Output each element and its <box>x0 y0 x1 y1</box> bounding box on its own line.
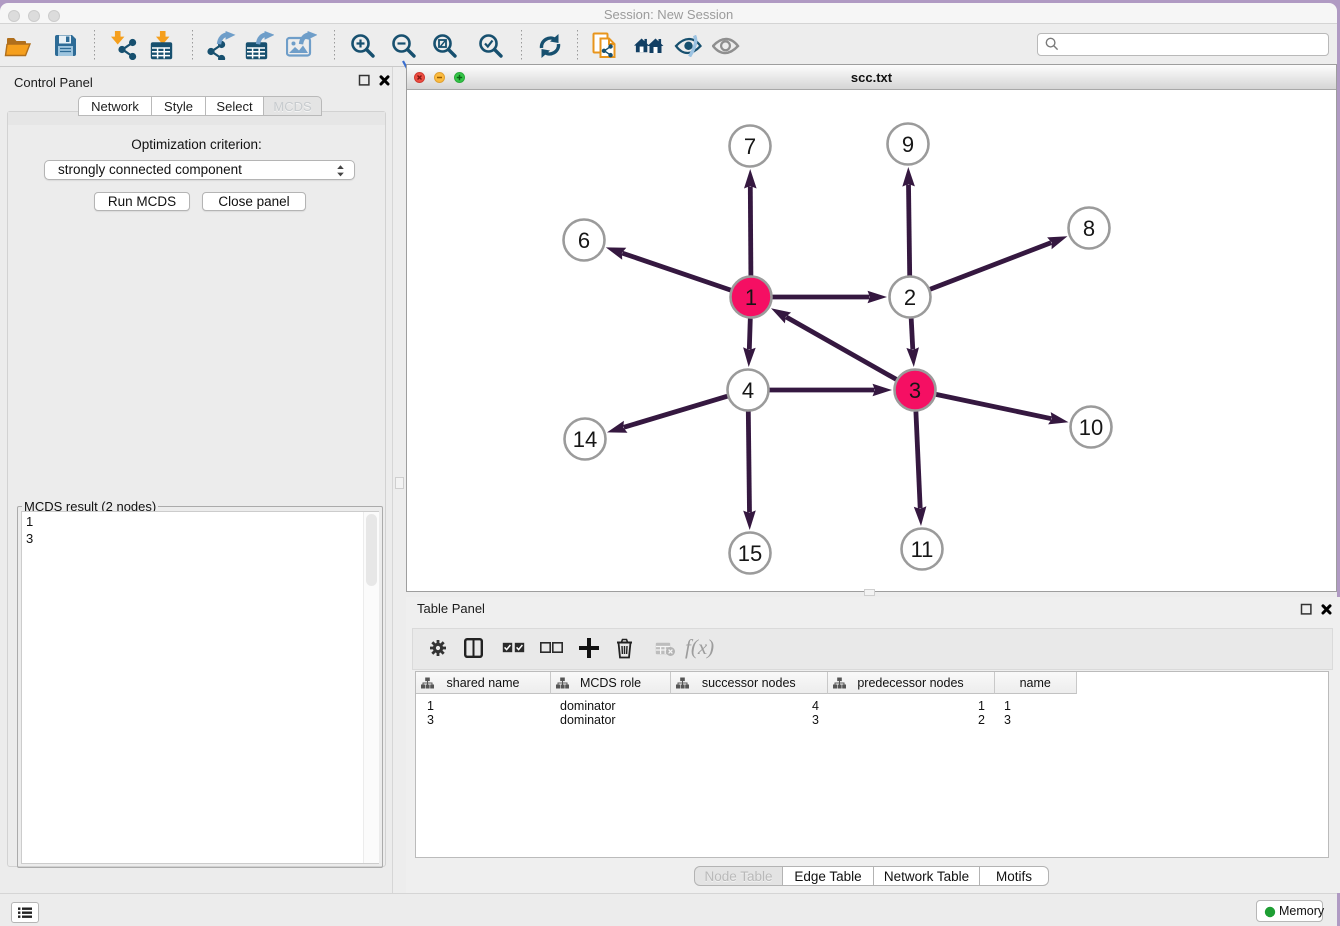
svg-text:3: 3 <box>909 378 921 403</box>
svg-text:1: 1 <box>745 285 757 310</box>
svg-text:8: 8 <box>1083 216 1095 241</box>
svg-text:7: 7 <box>744 134 756 159</box>
svg-text:11: 11 <box>911 537 934 562</box>
svg-text:2: 2 <box>904 285 916 310</box>
svg-text:10: 10 <box>1079 415 1103 440</box>
svg-text:4: 4 <box>742 378 754 403</box>
svg-text:6: 6 <box>578 228 590 253</box>
svg-text:14: 14 <box>573 427 597 452</box>
svg-text:15: 15 <box>738 541 762 566</box>
svg-text:9: 9 <box>902 132 914 157</box>
